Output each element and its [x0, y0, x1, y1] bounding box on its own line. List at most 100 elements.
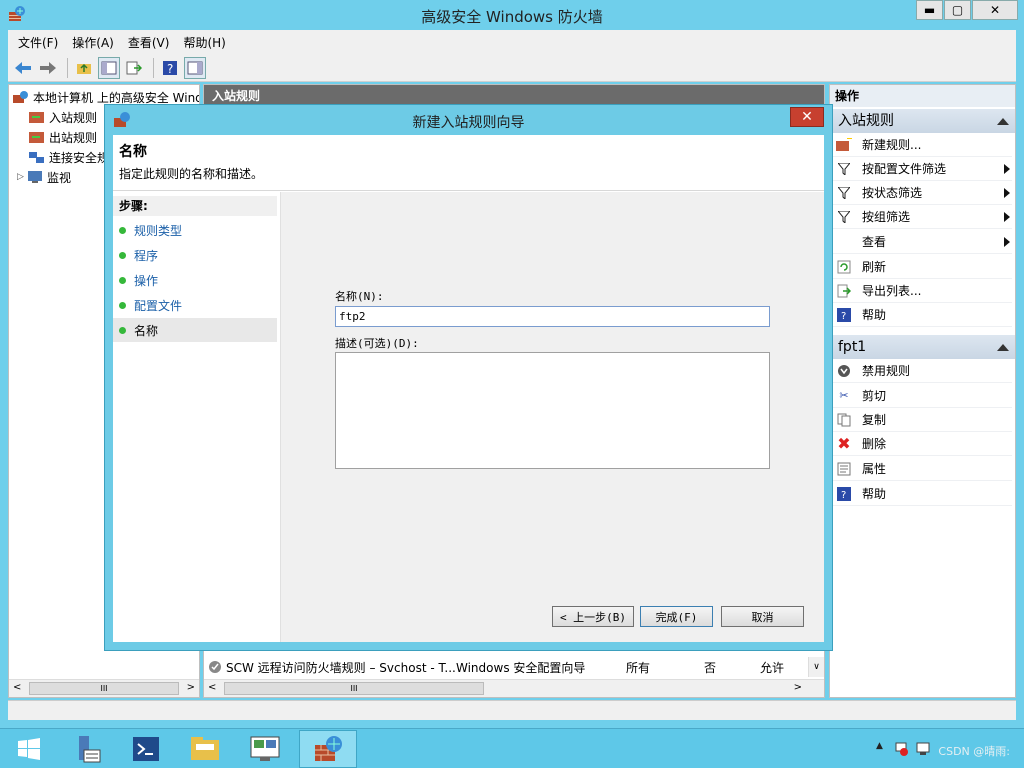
- help-icon: ?: [836, 307, 852, 323]
- action-label: 新建规则...: [862, 138, 922, 152]
- help-button[interactable]: ?: [159, 57, 181, 79]
- description-textarea[interactable]: [335, 352, 770, 469]
- tree-item-monitoring[interactable]: ▷ 监视: [17, 167, 71, 187]
- svg-text:?: ?: [841, 311, 846, 322]
- export-button[interactable]: [123, 57, 145, 79]
- watermark-text: CSDN @晴雨:: [938, 745, 1010, 758]
- name-input[interactable]: ftp2: [335, 306, 770, 327]
- action-refresh[interactable]: 刷新: [832, 255, 1012, 279]
- scroll-left-icon[interactable]: <: [13, 682, 21, 693]
- step-program[interactable]: 程序: [113, 243, 277, 267]
- rule-group-cell: Windows 安全配置向导: [456, 660, 586, 675]
- export-list-icon: [126, 61, 142, 74]
- step-name[interactable]: 名称: [113, 318, 277, 342]
- horizontal-scrollbar[interactable]: < III >: [204, 679, 824, 697]
- action-help-rule[interactable]: ? 帮助: [832, 482, 1012, 506]
- show-action-pane-button[interactable]: [184, 56, 206, 79]
- action-center-flag-icon[interactable]: [894, 742, 908, 756]
- arrow-right-icon: [40, 61, 56, 74]
- firewall-icon: [315, 736, 342, 761]
- action-view[interactable]: 查看: [832, 230, 1012, 254]
- tree-item-outbound[interactable]: 出站规则: [29, 127, 97, 147]
- dialog-close-button[interactable]: ✕: [790, 107, 824, 127]
- step-status-dot: [119, 276, 126, 284]
- step-action[interactable]: 操作: [113, 268, 277, 292]
- submenu-arrow-icon: [1004, 188, 1010, 198]
- scroll-right-icon[interactable]: >: [794, 682, 802, 693]
- cancel-button[interactable]: 取消: [721, 606, 804, 627]
- step-rule-type[interactable]: 规则类型: [113, 218, 277, 242]
- menu-file[interactable]: 文件(F): [18, 34, 58, 51]
- scroll-thumb[interactable]: III: [29, 682, 179, 695]
- action-help[interactable]: ? 帮助: [832, 303, 1012, 327]
- finish-button[interactable]: 完成(F): [640, 606, 713, 627]
- menu-action[interactable]: 操作(A): [72, 34, 114, 51]
- taskbar-file-explorer[interactable]: [176, 730, 234, 768]
- taskbar-powershell[interactable]: [117, 730, 175, 768]
- action-filter-group[interactable]: 按组筛选: [832, 205, 1012, 229]
- monitoring-icon: [28, 171, 42, 183]
- rule-name-cell: SCW 远程访问防火墙规则 – Svchost - T...: [226, 660, 456, 675]
- collapse-icon[interactable]: [997, 118, 1009, 125]
- action-cut[interactable]: ✂ 剪切: [832, 384, 1012, 408]
- taskbar-server-manager[interactable]: [58, 730, 116, 768]
- action-label: 帮助: [862, 308, 887, 322]
- scroll-down-icon[interactable]: ∨: [808, 657, 824, 677]
- action-filter-state[interactable]: 按状态筛选: [832, 181, 1012, 205]
- minimize-button[interactable]: ▬: [916, 0, 943, 20]
- step-profile[interactable]: 配置文件: [113, 293, 277, 317]
- up-folder-button[interactable]: [73, 57, 95, 79]
- step-label: 配置文件: [134, 298, 183, 313]
- action-label: 复制: [862, 413, 887, 427]
- properties-icon: [836, 461, 852, 477]
- name-label: 名称(N):: [335, 290, 384, 303]
- show-tree-button[interactable]: [98, 56, 120, 79]
- actions-section-inbound[interactable]: 入站规则: [832, 109, 1015, 133]
- menu-help[interactable]: 帮助(H): [183, 34, 225, 51]
- actions-section-selected-rule[interactable]: fpt1: [832, 335, 1015, 359]
- system-tray: ▲ CSDN @晴雨:: [844, 729, 1024, 768]
- horizontal-scrollbar[interactable]: < III >: [9, 679, 199, 697]
- filter-icon: [836, 209, 852, 225]
- forward-button[interactable]: [37, 57, 59, 79]
- back-button[interactable]: < 上一步(B): [552, 606, 634, 627]
- action-label: 帮助: [862, 487, 887, 501]
- taskbar: ▲ CSDN @晴雨:: [0, 728, 1024, 768]
- menu-view[interactable]: 查看(V): [128, 34, 170, 51]
- table-row[interactable]: SCW 远程访问防火墙规则 – Svchost - T... Windows 安…: [208, 657, 808, 677]
- scroll-left-icon[interactable]: <: [208, 682, 216, 693]
- tree-item-label: 监视: [47, 170, 72, 185]
- action-delete[interactable]: ✖ 删除: [832, 432, 1012, 456]
- svg-text:?: ?: [167, 62, 173, 76]
- tray-expand-icon[interactable]: ▲: [876, 741, 883, 751]
- start-button[interactable]: [0, 730, 58, 768]
- description-label: 描述(可选)(D):: [335, 337, 419, 350]
- expand-arrow-icon[interactable]: ▷: [17, 172, 27, 182]
- filter-icon: [836, 185, 852, 201]
- action-label: 查看: [862, 235, 887, 249]
- rule-action-cell: 允许: [760, 660, 785, 675]
- action-export-list[interactable]: 导出列表...: [832, 279, 1012, 303]
- back-button[interactable]: [12, 57, 34, 79]
- collapse-icon[interactable]: [997, 344, 1009, 351]
- scroll-thumb[interactable]: III: [224, 682, 484, 695]
- maximize-button[interactable]: ▢: [944, 0, 971, 20]
- action-properties[interactable]: 属性: [832, 457, 1012, 481]
- new-rule-icon: [836, 137, 852, 153]
- action-copy[interactable]: 复制: [832, 408, 1012, 432]
- taskbar-control-panel[interactable]: [236, 730, 294, 768]
- tree-item-label: 出站规则: [49, 130, 98, 145]
- powershell-icon: [133, 737, 159, 761]
- network-icon[interactable]: [916, 742, 930, 756]
- action-filter-profile[interactable]: 按配置文件筛选: [832, 157, 1012, 181]
- svg-text:?: ?: [841, 490, 846, 501]
- action-disable-rule[interactable]: 禁用规则: [832, 359, 1012, 383]
- action-label: 禁用规则: [862, 364, 911, 378]
- scroll-right-icon[interactable]: >: [187, 682, 195, 693]
- inbound-rules-icon: [29, 112, 44, 123]
- tree-item-inbound[interactable]: 入站规则: [29, 107, 97, 127]
- submenu-arrow-icon: [1004, 164, 1010, 174]
- action-new-rule[interactable]: 新建规则...: [832, 133, 1012, 157]
- taskbar-firewall[interactable]: [299, 730, 357, 768]
- close-button[interactable]: ✕: [972, 0, 1018, 20]
